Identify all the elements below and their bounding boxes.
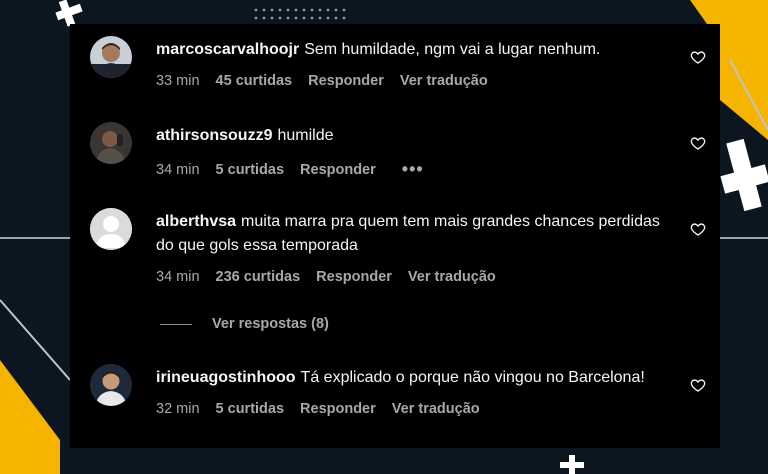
comment-text: irineuagostinhooo Tá explicado o porque n… bbox=[156, 366, 660, 390]
heart-icon[interactable] bbox=[690, 135, 706, 151]
comment-body: Sem humildade, ngm vai a lugar nenhum. bbox=[304, 41, 601, 58]
comment-body: Tá explicado o porque não vingou no Barc… bbox=[300, 369, 645, 386]
likes-count[interactable]: 5 curtidas bbox=[216, 162, 285, 178]
avatar[interactable] bbox=[90, 122, 132, 164]
comment-body: humilde bbox=[277, 127, 334, 144]
comment-meta: 32 min 5 curtidas Responder Ver tradução bbox=[156, 401, 660, 417]
username[interactable]: irineuagostinhooo bbox=[156, 369, 296, 386]
heart-icon[interactable] bbox=[690, 221, 706, 237]
profile-photo-icon bbox=[90, 364, 132, 406]
profile-photo-icon bbox=[90, 122, 132, 164]
comment-text: marcoscarvalhoojr Sem humildade, ngm vai … bbox=[156, 38, 660, 62]
heart-icon[interactable] bbox=[690, 377, 706, 393]
comment-text: athirsonsouzz9 humilde bbox=[156, 124, 660, 148]
comment-text: alberthvsa muita marra pra quem tem mais … bbox=[156, 210, 660, 258]
comments-panel: marcoscarvalhoojr Sem humildade, ngm vai … bbox=[70, 24, 720, 448]
avatar[interactable] bbox=[90, 36, 132, 78]
likes-count[interactable]: 5 curtidas bbox=[216, 401, 285, 417]
comment-meta: 33 min 45 curtidas Responder Ver traduçã… bbox=[156, 73, 660, 89]
avatar[interactable] bbox=[90, 364, 132, 406]
comment-meta: 34 min 5 curtidas Responder ••• bbox=[156, 159, 660, 180]
default-avatar-icon bbox=[90, 208, 132, 250]
username[interactable]: athirsonsouzz9 bbox=[156, 127, 272, 144]
reply-button[interactable]: Responder bbox=[300, 162, 376, 178]
reply-button[interactable]: Responder bbox=[316, 269, 392, 285]
username[interactable]: alberthvsa bbox=[156, 213, 236, 230]
reply-button[interactable]: Responder bbox=[300, 401, 376, 417]
replies-divider bbox=[160, 323, 192, 325]
view-replies-button[interactable]: Ver respostas (8) bbox=[212, 316, 329, 332]
timestamp: 33 min bbox=[156, 73, 200, 89]
more-options-icon[interactable]: ••• bbox=[402, 159, 424, 180]
comment-meta: 34 min 236 curtidas Responder Ver traduç… bbox=[156, 269, 660, 285]
username[interactable]: marcoscarvalhoojr bbox=[156, 41, 299, 58]
heart-icon[interactable] bbox=[690, 49, 706, 65]
view-replies[interactable]: Ver respostas (8) bbox=[160, 316, 329, 332]
timestamp: 34 min bbox=[156, 269, 200, 285]
likes-count[interactable]: 45 curtidas bbox=[216, 73, 293, 89]
timestamp: 32 min bbox=[156, 401, 200, 417]
avatar[interactable] bbox=[90, 208, 132, 250]
translate-button[interactable]: Ver tradução bbox=[400, 73, 488, 89]
reply-button[interactable]: Responder bbox=[308, 73, 384, 89]
translate-button[interactable]: Ver tradução bbox=[392, 401, 480, 417]
likes-count[interactable]: 236 curtidas bbox=[216, 269, 301, 285]
timestamp: 34 min bbox=[156, 161, 200, 178]
translate-button[interactable]: Ver tradução bbox=[408, 269, 496, 285]
profile-photo-icon bbox=[90, 36, 132, 78]
